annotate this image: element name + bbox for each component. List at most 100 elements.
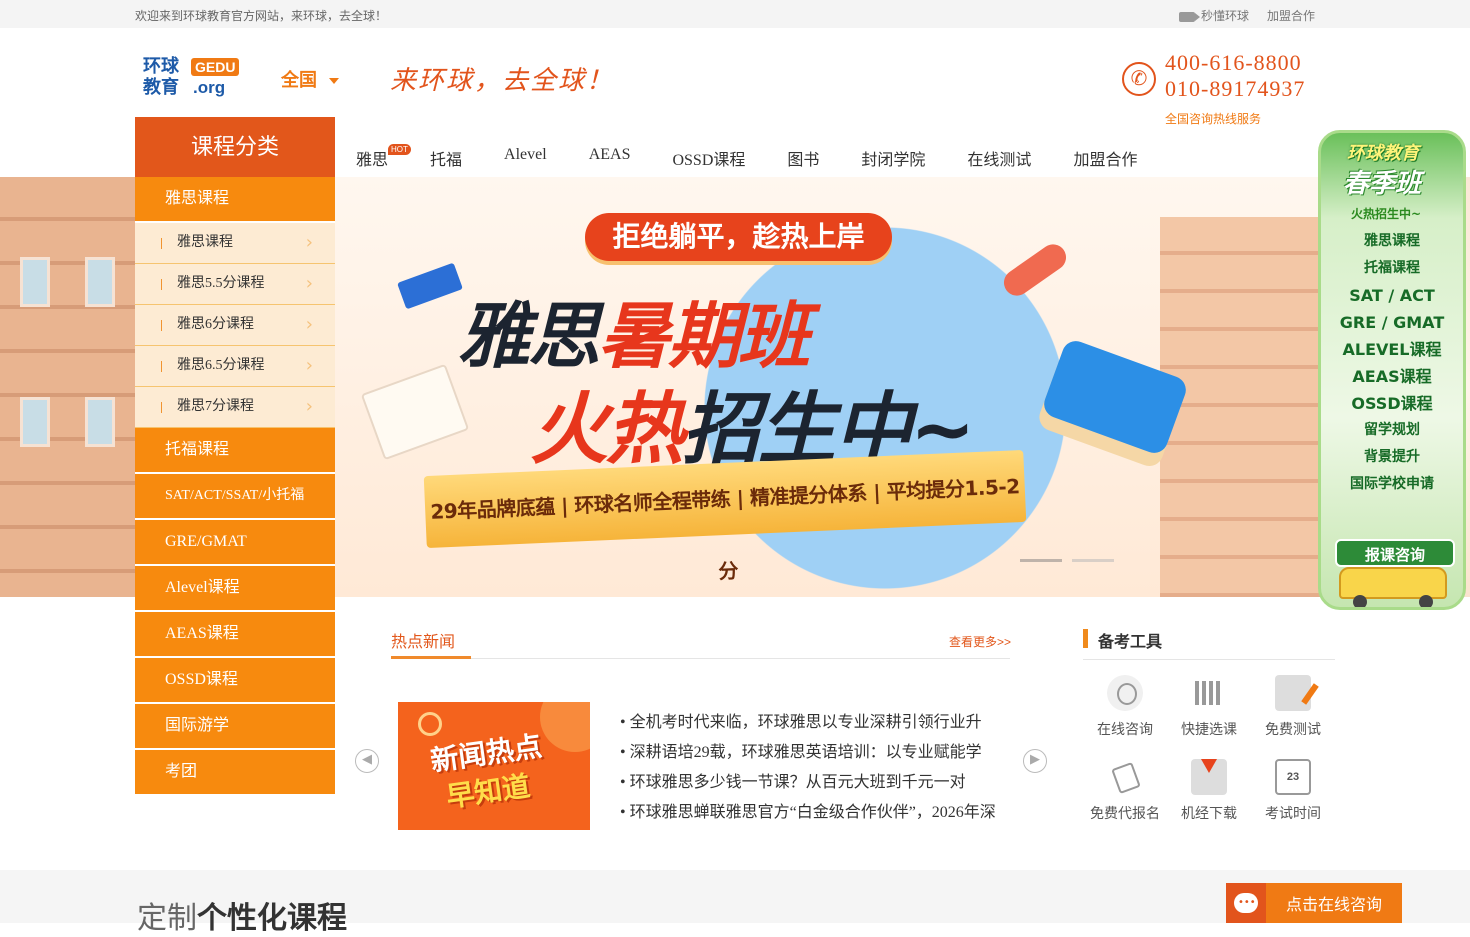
news-item[interactable]: • 深耕语培29载，环球雅思英语培训：以专业赋能学 (620, 742, 1000, 772)
tools-divider (1083, 659, 1335, 660)
carousel-dot[interactable] (1020, 559, 1062, 562)
video-link-label: 秒懂环球 (1200, 9, 1249, 23)
region-selector[interactable]: 全国 (281, 66, 339, 92)
tool-label: 快捷选课 (1181, 723, 1237, 738)
promo-item[interactable]: 托福课程 (1321, 255, 1463, 282)
chevron-left-icon[interactable]: ◀ (355, 749, 379, 773)
promo-item[interactable]: OSSD课程 (1321, 390, 1463, 417)
window (85, 257, 115, 307)
promo-item[interactable]: 背景提升 (1321, 444, 1463, 471)
pen-icon (1107, 759, 1143, 795)
caret-down-icon (329, 78, 339, 84)
menu-item-study-tour[interactable]: 国际游学 (135, 704, 335, 750)
promo-item[interactable]: 国际学校申请 (1321, 471, 1463, 498)
promo-item[interactable]: 留学规划 (1321, 417, 1463, 444)
nav-label: 雅思 (356, 152, 389, 169)
wheel-icon (1419, 595, 1433, 607)
promo-item[interactable]: ALEVEL课程 (1321, 336, 1463, 363)
tool-online-consult[interactable]: 在线咨询 (1083, 675, 1167, 739)
window (85, 397, 115, 447)
tool-label: 机经下载 (1181, 807, 1237, 822)
phone-numbers: 400-616-8800 010-89174937 (1165, 50, 1305, 102)
menu-item-alevel[interactable]: Alevel课程 (135, 566, 335, 612)
building-left (0, 177, 140, 597)
phone-icon: ✆ (1122, 62, 1156, 96)
video-link[interactable]: 秒懂环球 (1178, 7, 1249, 24)
news-divider (391, 658, 1010, 659)
video-camera-icon (1178, 11, 1200, 22)
nav-item-franchise[interactable]: 加盟合作 (1073, 146, 1137, 170)
promo-list: 雅思课程 托福课程 SAT / ACT GRE / GMAT ALEVEL课程 … (1321, 228, 1463, 498)
tools-accent-bar (1083, 629, 1088, 648)
nav-item-online-test[interactable]: 在线测试 (967, 146, 1031, 170)
news-item[interactable]: • 全机考时代来临，环球雅思以专业深耕引领行业升 (620, 712, 1000, 742)
chevron-right-icon[interactable]: ▶ (1023, 749, 1047, 773)
news-item[interactable]: • 环球雅思多少钱一节课？从百元大班到千元一对 (620, 772, 1000, 802)
calendar-icon: 23 (1275, 759, 1311, 795)
promo-item[interactable]: SAT / ACT (1321, 282, 1463, 309)
tool-label: 在线咨询 (1097, 723, 1153, 738)
promo-item[interactable]: GRE / GMAT (1321, 309, 1463, 336)
news-more-link[interactable]: 查看更多>> (949, 633, 1011, 650)
nav-item-ielts[interactable]: 雅思 HOT (356, 144, 411, 170)
menu-item-toefl[interactable]: 托福课程 (135, 428, 335, 474)
submenu-item[interactable]: 雅思课程 (135, 223, 335, 264)
menu-item-aeas[interactable]: AEAS课程 (135, 612, 335, 658)
banner-pill: 拒绝躺平，趁热上岸 (585, 213, 892, 261)
tool-free-test[interactable]: 免费测试 (1251, 675, 1335, 739)
logo-org: .org (193, 78, 226, 97)
news-section-title[interactable]: 热点新闻 (391, 628, 455, 652)
menu-item-sat[interactable]: SAT/ACT/SSAT/小托福 (135, 474, 335, 520)
tool-exam-dates[interactable]: 23 考试时间 (1251, 759, 1335, 823)
submenu-item[interactable]: 雅思5.5分课程 (135, 264, 335, 305)
nav-item-academy[interactable]: 封闭学院 (861, 146, 925, 170)
bus-illustration (1339, 567, 1447, 599)
menu-item-exam-group[interactable]: 考团 (135, 750, 335, 796)
phone-secondary[interactable]: 010-89174937 (1165, 76, 1305, 102)
top-links: 秒懂环球 加盟合作 (1178, 7, 1315, 24)
slogan: 来环球，去全球！ (390, 66, 615, 96)
news-item[interactable]: • 环球雅思蝉联雅思官方“白金级合作伙伴”，2026年深 (620, 802, 1000, 832)
submenu-item[interactable]: 雅思6分课程 (135, 305, 335, 346)
online-chat-button[interactable]: 点击在线咨询 (1226, 883, 1402, 923)
building-right (1160, 217, 1330, 597)
tool-label: 考试时间 (1265, 807, 1321, 822)
nav-item-aeas[interactable]: AEAS (589, 146, 631, 170)
headline-1b: 暑期班 (598, 294, 810, 378)
hot-badge: HOT (388, 144, 411, 155)
site-logo[interactable]: 环球教育 GEDU .org (143, 56, 245, 100)
promo-title-3: 火热招生中~ (1351, 207, 1422, 221)
carousel-dots (1020, 559, 1114, 562)
tool-download[interactable]: 机经下载 (1167, 759, 1251, 823)
nav-item-books[interactable]: 图书 (787, 146, 819, 170)
nav-item-alevel[interactable]: Alevel (504, 146, 547, 170)
submenu-item[interactable]: 雅思7分课程 (135, 387, 335, 428)
promo-consult-button[interactable]: 报课咨询 (1335, 539, 1455, 567)
nav-item-ossd[interactable]: OSSD课程 (672, 146, 745, 170)
submenu-item[interactable]: 雅思6.5分课程 (135, 346, 335, 387)
menu-item-gre[interactable]: GRE/GMAT (135, 520, 335, 566)
hotline-label: 全国咨询热线服务 (1165, 112, 1262, 126)
phone-primary[interactable]: 400-616-8800 (1165, 50, 1305, 76)
main-nav: 雅思 HOT 托福 Alevel AEAS OSSD课程 图书 封闭学院 在线测试… (356, 144, 1179, 170)
news-list: • 全机考时代来临，环球雅思以专业深耕引领行业升 • 深耕语培29载，环球雅思英… (620, 712, 1000, 832)
news-thumbnail[interactable]: 新闻热点 早知道 (398, 702, 590, 830)
headline-2a: 火热 (530, 385, 684, 475)
books-icon (1191, 675, 1227, 711)
tool-free-register[interactable]: 免费代报名 (1083, 759, 1167, 823)
tool-quick-select[interactable]: 快捷选课 (1167, 675, 1251, 739)
menu-item-ielts[interactable]: 雅思课程 (135, 177, 335, 223)
promo-item[interactable]: AEAS课程 (1321, 363, 1463, 390)
tool-label: 免费代报名 (1090, 807, 1160, 822)
promo-item[interactable]: 雅思课程 (1321, 228, 1463, 255)
menu-item-ossd[interactable]: OSSD课程 (135, 658, 335, 704)
test-paper-icon (1275, 675, 1311, 711)
heading-part-a: 定制 (137, 901, 197, 936)
nav-item-toefl[interactable]: 托福 (430, 146, 462, 170)
top-bar: 欢迎来到环球教育官方网站，来环球，去全球！ 秒懂环球 加盟合作 (0, 0, 1470, 28)
welcome-text: 欢迎来到环球教育官方网站，来环球，去全球！ (135, 9, 388, 23)
news-title-underline (391, 656, 471, 659)
promo-float-panel: 环球教育 春季班 火热招生中~ 雅思课程 托福课程 SAT / ACT GRE … (1318, 130, 1466, 610)
join-link[interactable]: 加盟合作 (1267, 7, 1315, 24)
carousel-dot[interactable] (1072, 559, 1114, 562)
